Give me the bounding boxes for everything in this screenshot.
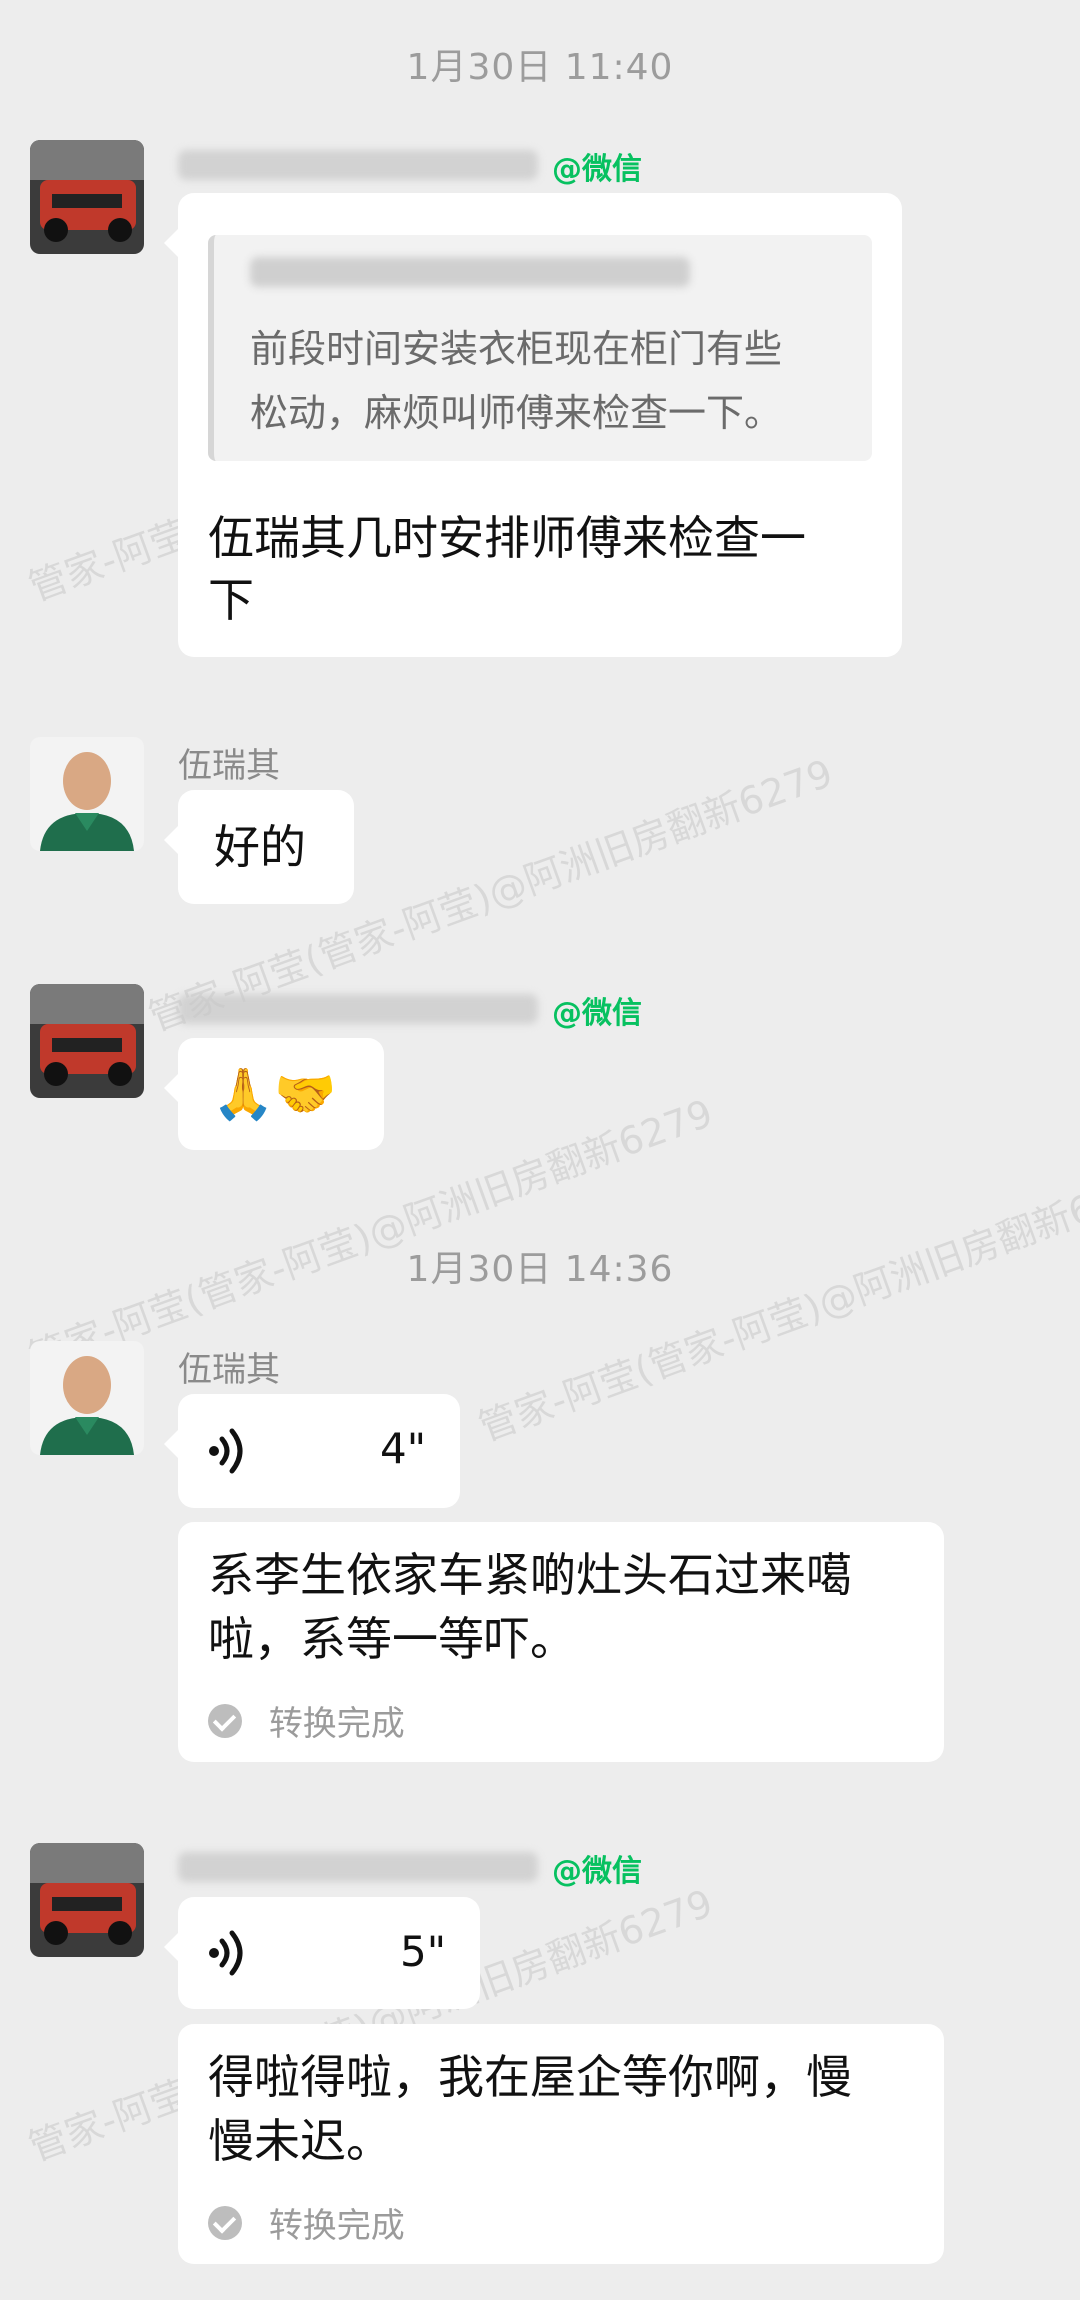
car-avatar-icon (30, 1843, 144, 1957)
avatar-person[interactable] (30, 1341, 144, 1455)
transcript-text-line: 慢未迟。 (208, 2114, 392, 2168)
quoted-text-line: 前段时间安装衣柜现在柜门有些 (250, 327, 783, 371)
sender-name-blurred (178, 150, 538, 180)
voice-transcript-bubble[interactable]: 得啦得啦，我在屋企等你啊，慢 慢未迟。 转换完成 (178, 2024, 944, 2264)
conversion-status: 转换完成 (208, 2198, 405, 2247)
check-circle-icon (208, 1703, 242, 1738)
car-avatar-icon (30, 140, 144, 254)
chat-timestamp: 1月30日 11:40 (406, 47, 674, 88)
quoted-sender-blurred (250, 257, 690, 287)
message-text-line: 下 (208, 573, 254, 627)
quoted-message[interactable]: 前段时间安装衣柜现在柜门有些 松动，麻烦叫师傅来检查一下。 (208, 235, 872, 461)
chat-timestamp: 1月30日 14:36 (406, 1249, 674, 1290)
voice-wave-icon (209, 1930, 243, 1976)
conversion-status: 转换完成 (208, 1696, 405, 1745)
person-avatar-icon (30, 737, 144, 851)
watermark: 管家-阿莹(管家-阿莹)@阿洲旧房翻新6279 (473, 1160, 1080, 1450)
sender-name: 伍瑞其 (178, 1350, 280, 1390)
voice-duration: 4" (380, 1424, 427, 1473)
message-text: 好的 (214, 820, 306, 874)
avatar-person[interactable] (30, 737, 144, 851)
check-circle-icon (208, 2205, 242, 2240)
wechat-tag: @微信 (552, 996, 642, 1031)
sender-name-blurred (178, 994, 538, 1024)
wechat-tag: @微信 (552, 152, 642, 187)
voice-duration: 5" (400, 1927, 447, 1976)
message-bubble-emoji[interactable]: 🙏🤝 (164, 1038, 384, 1150)
sender-name-blurred (178, 1852, 538, 1882)
voice-transcript-bubble[interactable]: 系李生依家车紧啲灶头石过来噶 啦，系等一等吓。 转换完成 (178, 1522, 944, 1762)
voice-message-bubble[interactable]: 4" (164, 1394, 460, 1508)
avatar-car[interactable] (30, 1843, 144, 1957)
emoji-text: 🙏🤝 (212, 1065, 337, 1123)
transcript-text-line: 系李生依家车紧啲灶头石过来噶 (208, 1548, 852, 1602)
message-bubble-quote[interactable]: 前段时间安装衣柜现在柜门有些 松动，麻烦叫师傅来检查一下。 伍瑞其几时安排师傅来… (164, 193, 902, 657)
avatar-car[interactable] (30, 140, 144, 254)
person-avatar-icon (30, 1341, 144, 1455)
voice-message-bubble[interactable]: 5" (164, 1897, 480, 2009)
avatar-car[interactable] (30, 984, 144, 1098)
car-avatar-icon (30, 984, 144, 1098)
wechat-tag: @微信 (552, 1854, 642, 1889)
message-bubble[interactable]: 好的 (164, 790, 354, 904)
message-text-line: 伍瑞其几时安排师傅来检查一 (208, 511, 806, 565)
conversion-status-text: 转换完成 (268, 2206, 405, 2246)
transcript-text-line: 得啦得啦，我在屋企等你啊，慢 (208, 2050, 852, 2104)
quoted-text-line: 松动，麻烦叫师傅来检查一下。 (250, 391, 783, 435)
transcript-text-line: 啦，系等一等吓。 (208, 1612, 576, 1666)
sender-name: 伍瑞其 (178, 746, 280, 786)
conversion-status-text: 转换完成 (268, 1704, 405, 1744)
voice-wave-icon (209, 1428, 243, 1474)
